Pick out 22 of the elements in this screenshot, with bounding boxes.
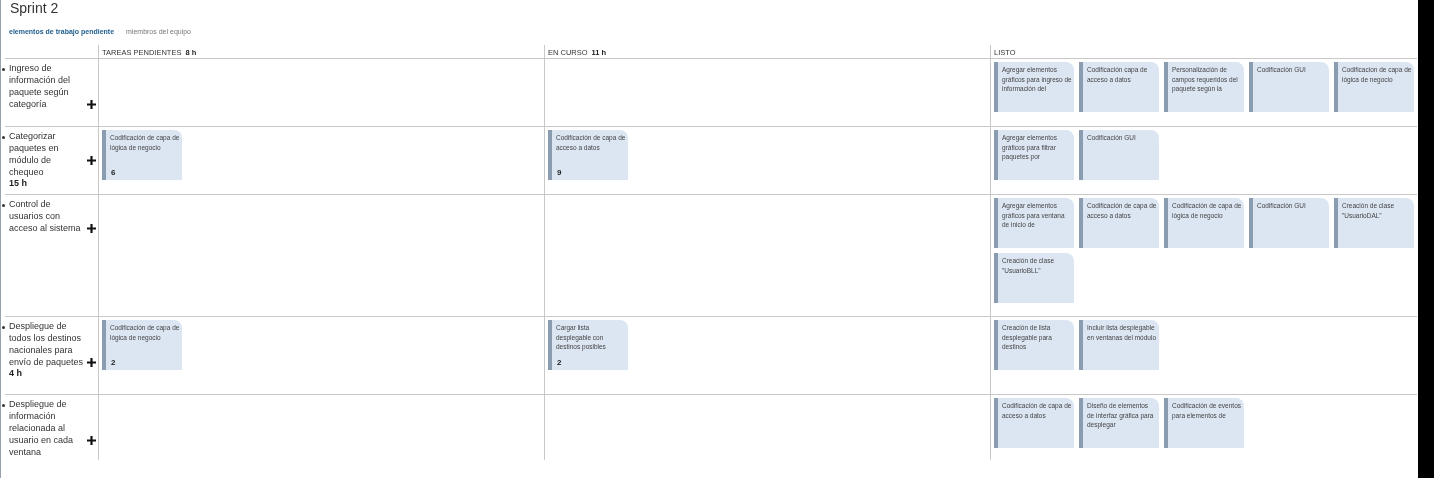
bullet-icon bbox=[2, 404, 5, 407]
add-icon[interactable] bbox=[87, 224, 96, 233]
row-title: Despliegue de todos los destinos nacionales para envío de paquetes bbox=[9, 320, 85, 368]
add-icon[interactable] bbox=[87, 358, 96, 367]
add-icon[interactable] bbox=[87, 156, 96, 165]
remaining-hours: 9 bbox=[556, 168, 563, 179]
row-title: Categorizar paquetes en módulo de chequeo bbox=[9, 130, 60, 178]
row-hours: 4 h bbox=[9, 368, 23, 378]
row-title: Ingreso de información del paquete según categoría bbox=[9, 62, 72, 110]
page-title: Sprint 2 bbox=[9, 0, 59, 16]
row-hours: 15 h bbox=[9, 178, 28, 188]
remaining-hours: 2 bbox=[556, 358, 563, 369]
row-title: Control de usuarios con acceso al sistema bbox=[9, 198, 82, 234]
remaining-hours: 6 bbox=[110, 168, 117, 179]
remaining-hours: 2 bbox=[110, 358, 117, 369]
bullet-icon bbox=[2, 204, 5, 207]
add-icon[interactable] bbox=[87, 100, 96, 109]
bullet-icon bbox=[2, 68, 5, 71]
add-icon[interactable] bbox=[87, 436, 96, 445]
bullet-icon bbox=[2, 326, 5, 329]
bullet-icon bbox=[2, 136, 5, 139]
row-title: Despliegue de información relacionada al usuario en cada ventana bbox=[9, 398, 75, 458]
